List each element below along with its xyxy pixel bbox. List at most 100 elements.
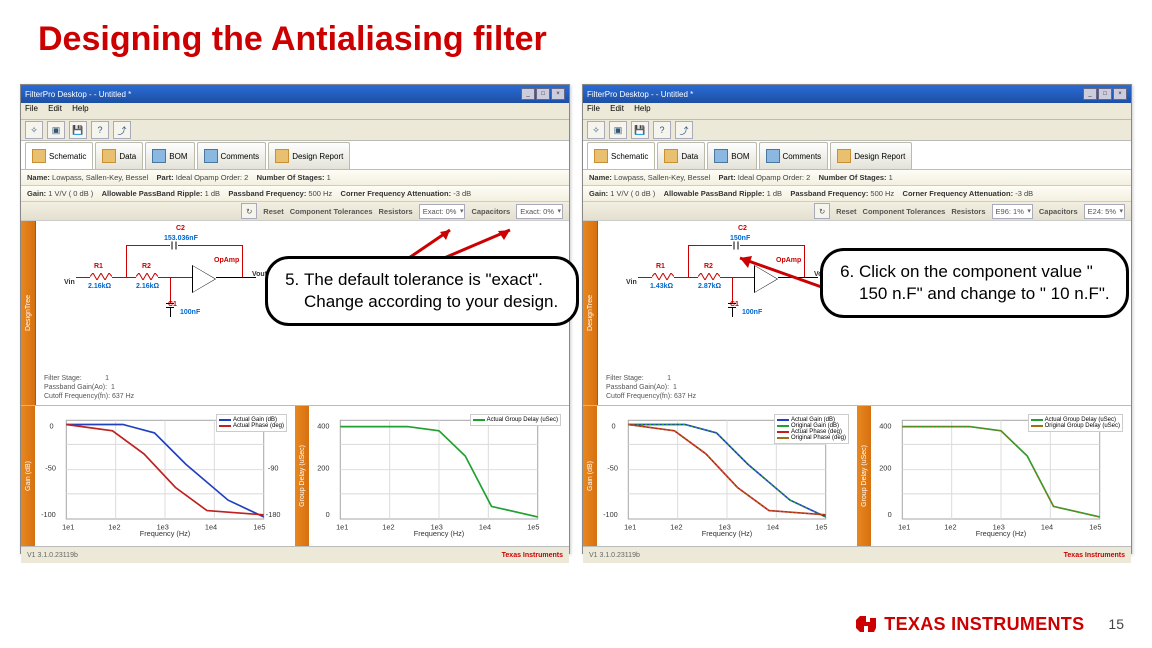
footer: TEXAS INSTRUMENTS 15: [854, 612, 1124, 636]
svg-text:1e4: 1e4: [205, 523, 217, 532]
svg-text:400: 400: [879, 422, 891, 431]
tab-design-report[interactable]: Design Report: [830, 142, 912, 169]
delay-chart-tab[interactable]: Group Delay (uSec): [295, 406, 309, 546]
save-icon[interactable]: 💾: [631, 121, 649, 139]
new-icon[interactable]: ✧: [25, 121, 43, 139]
svg-text:-100: -100: [603, 510, 618, 519]
svg-text:1e1: 1e1: [898, 523, 910, 532]
export-icon[interactable]: ⤴: [113, 121, 131, 139]
open-icon[interactable]: ▣: [47, 121, 65, 139]
resistors-label: Resistors: [951, 207, 985, 216]
save-icon[interactable]: 💾: [69, 121, 87, 139]
gain-chart-tab[interactable]: Gain (dB): [583, 406, 597, 546]
menu-edit[interactable]: Edit: [610, 104, 624, 113]
resistor-tolerance-dropdown[interactable]: Exact: 0%: [419, 204, 466, 219]
svg-text:1e5: 1e5: [815, 523, 827, 532]
svg-text:1e3: 1e3: [719, 523, 731, 532]
r1-value[interactable]: 2.16kΩ: [88, 283, 111, 290]
c2-label: C2: [176, 225, 185, 232]
reset-label: Reset: [836, 207, 856, 216]
statusbar: V1 3.1.0.23119b Texas Instruments: [21, 546, 569, 563]
callout-step-6: Click on the component value " 150 n.F" …: [820, 248, 1129, 318]
info-strip-1: Name: Lowpass, Sallen-Key, Bessel Part: …: [583, 170, 1131, 186]
delay-chart-legend: Actual Group Delay (uSec) Original Group…: [1028, 414, 1123, 432]
resistor-tolerance-dropdown[interactable]: E96: 1%: [992, 204, 1033, 219]
tolerance-bar: ↻ Reset Component Tolerances Resistors E…: [583, 202, 1131, 221]
panels-container: FilterPro Desktop - - Untitled * _ □ × F…: [20, 84, 1132, 554]
ti-chip-icon: [854, 612, 878, 636]
close-button[interactable]: ×: [551, 88, 565, 100]
app-window-right: FilterPro Desktop - - Untitled * _ □ × F…: [582, 84, 1132, 554]
export-icon[interactable]: ⤴: [675, 121, 693, 139]
reset-icon[interactable]: ↻: [814, 203, 830, 219]
menu-file[interactable]: File: [587, 104, 600, 113]
page-number: 15: [1108, 616, 1124, 632]
gain-chart-tab[interactable]: Gain (dB): [21, 406, 35, 546]
menu-file[interactable]: File: [25, 104, 38, 113]
tab-strip: Schematic Data BOM Comments Design Repor…: [21, 141, 569, 170]
close-button[interactable]: ×: [1113, 88, 1127, 100]
c1-value[interactable]: 100nF: [180, 309, 200, 316]
help-icon[interactable]: ?: [653, 121, 671, 139]
tab-bom[interactable]: BOM: [145, 142, 194, 169]
tab-data[interactable]: Data: [95, 142, 143, 169]
charts-row: Gain (dB) Frequency (Hz) 0-50-100 1e11e2…: [583, 405, 1131, 546]
filter-info: Filter Stage: 1 Passband Gain(Ao): 1 Cut…: [44, 374, 134, 401]
menu-help[interactable]: Help: [634, 104, 650, 113]
titlebar: FilterPro Desktop - - Untitled * _ □ ×: [21, 85, 569, 103]
svg-text:1e2: 1e2: [670, 523, 682, 532]
help-icon[interactable]: ?: [91, 121, 109, 139]
menu-edit[interactable]: Edit: [48, 104, 62, 113]
reset-label: Reset: [263, 207, 283, 216]
statusbar: V1 3.1.0.23119b Texas Instruments: [583, 546, 1131, 563]
new-icon[interactable]: ✧: [587, 121, 605, 139]
minimize-button[interactable]: _: [521, 88, 535, 100]
design-tree-tab[interactable]: DesignTree: [583, 221, 598, 405]
titlebar: FilterPro Desktop - - Untitled * _ □ ×: [583, 85, 1131, 103]
menubar: File Edit Help: [583, 103, 1131, 120]
info-strip-2: Gain: 1 V/V ( 0 dB ) Allowable PassBand …: [583, 186, 1131, 202]
open-icon[interactable]: ▣: [609, 121, 627, 139]
reset-icon[interactable]: ↻: [241, 203, 257, 219]
maximize-button[interactable]: □: [536, 88, 550, 100]
capacitor-tolerance-dropdown[interactable]: Exact: 0%: [516, 204, 563, 219]
vin-label: Vin: [626, 279, 637, 286]
tab-comments[interactable]: Comments: [759, 142, 829, 169]
group-delay-chart: Frequency (Hz) 4002000 1e11e21e31e41e5 A…: [309, 406, 569, 546]
menu-help[interactable]: Help: [72, 104, 88, 113]
tab-bom[interactable]: BOM: [707, 142, 756, 169]
tab-schematic[interactable]: Schematic: [25, 142, 93, 169]
svg-text:1e4: 1e4: [479, 523, 491, 532]
tab-comments[interactable]: Comments: [197, 142, 267, 169]
opamp-label: OpAmp: [214, 257, 239, 264]
design-tree-tab[interactable]: DesignTree: [21, 221, 36, 405]
svg-text:0: 0: [888, 510, 892, 519]
maximize-button[interactable]: □: [1098, 88, 1112, 100]
svg-text:1e2: 1e2: [944, 523, 956, 532]
r2-value[interactable]: 2.16kΩ: [136, 283, 159, 290]
r1-value[interactable]: 1.43kΩ: [650, 283, 673, 290]
svg-text:-50: -50: [607, 464, 618, 473]
r1-label: R1: [94, 263, 103, 270]
main-toolbar: ✧ ▣ 💾 ? ⤴: [583, 120, 1131, 141]
svg-text:-180: -180: [266, 510, 281, 519]
svg-text:1e5: 1e5: [1089, 523, 1101, 532]
tab-data[interactable]: Data: [657, 142, 705, 169]
svg-text:1e4: 1e4: [767, 523, 779, 532]
capacitors-label: Capacitors: [471, 207, 510, 216]
vin-label: Vin: [64, 279, 75, 286]
c1-value[interactable]: 100nF: [742, 309, 762, 316]
svg-text:-50: -50: [45, 464, 56, 473]
filter-info: Filter Stage: 1 Passband Gain(Ao): 1 Cut…: [606, 374, 696, 401]
tab-schematic[interactable]: Schematic: [587, 142, 655, 169]
version-label: V1 3.1.0.23119b: [27, 552, 78, 559]
r2-label: R2: [704, 263, 713, 270]
minimize-button[interactable]: _: [1083, 88, 1097, 100]
capacitor-tolerance-dropdown[interactable]: E24: 5%: [1084, 204, 1125, 219]
c2-value[interactable]: 153.036nF: [164, 235, 198, 242]
tab-design-report[interactable]: Design Report: [268, 142, 350, 169]
svg-text:1e2: 1e2: [382, 523, 394, 532]
delay-chart-tab[interactable]: Group Delay (uSec): [857, 406, 871, 546]
r2-value[interactable]: 2.87kΩ: [698, 283, 721, 290]
svg-text:400: 400: [317, 422, 329, 431]
